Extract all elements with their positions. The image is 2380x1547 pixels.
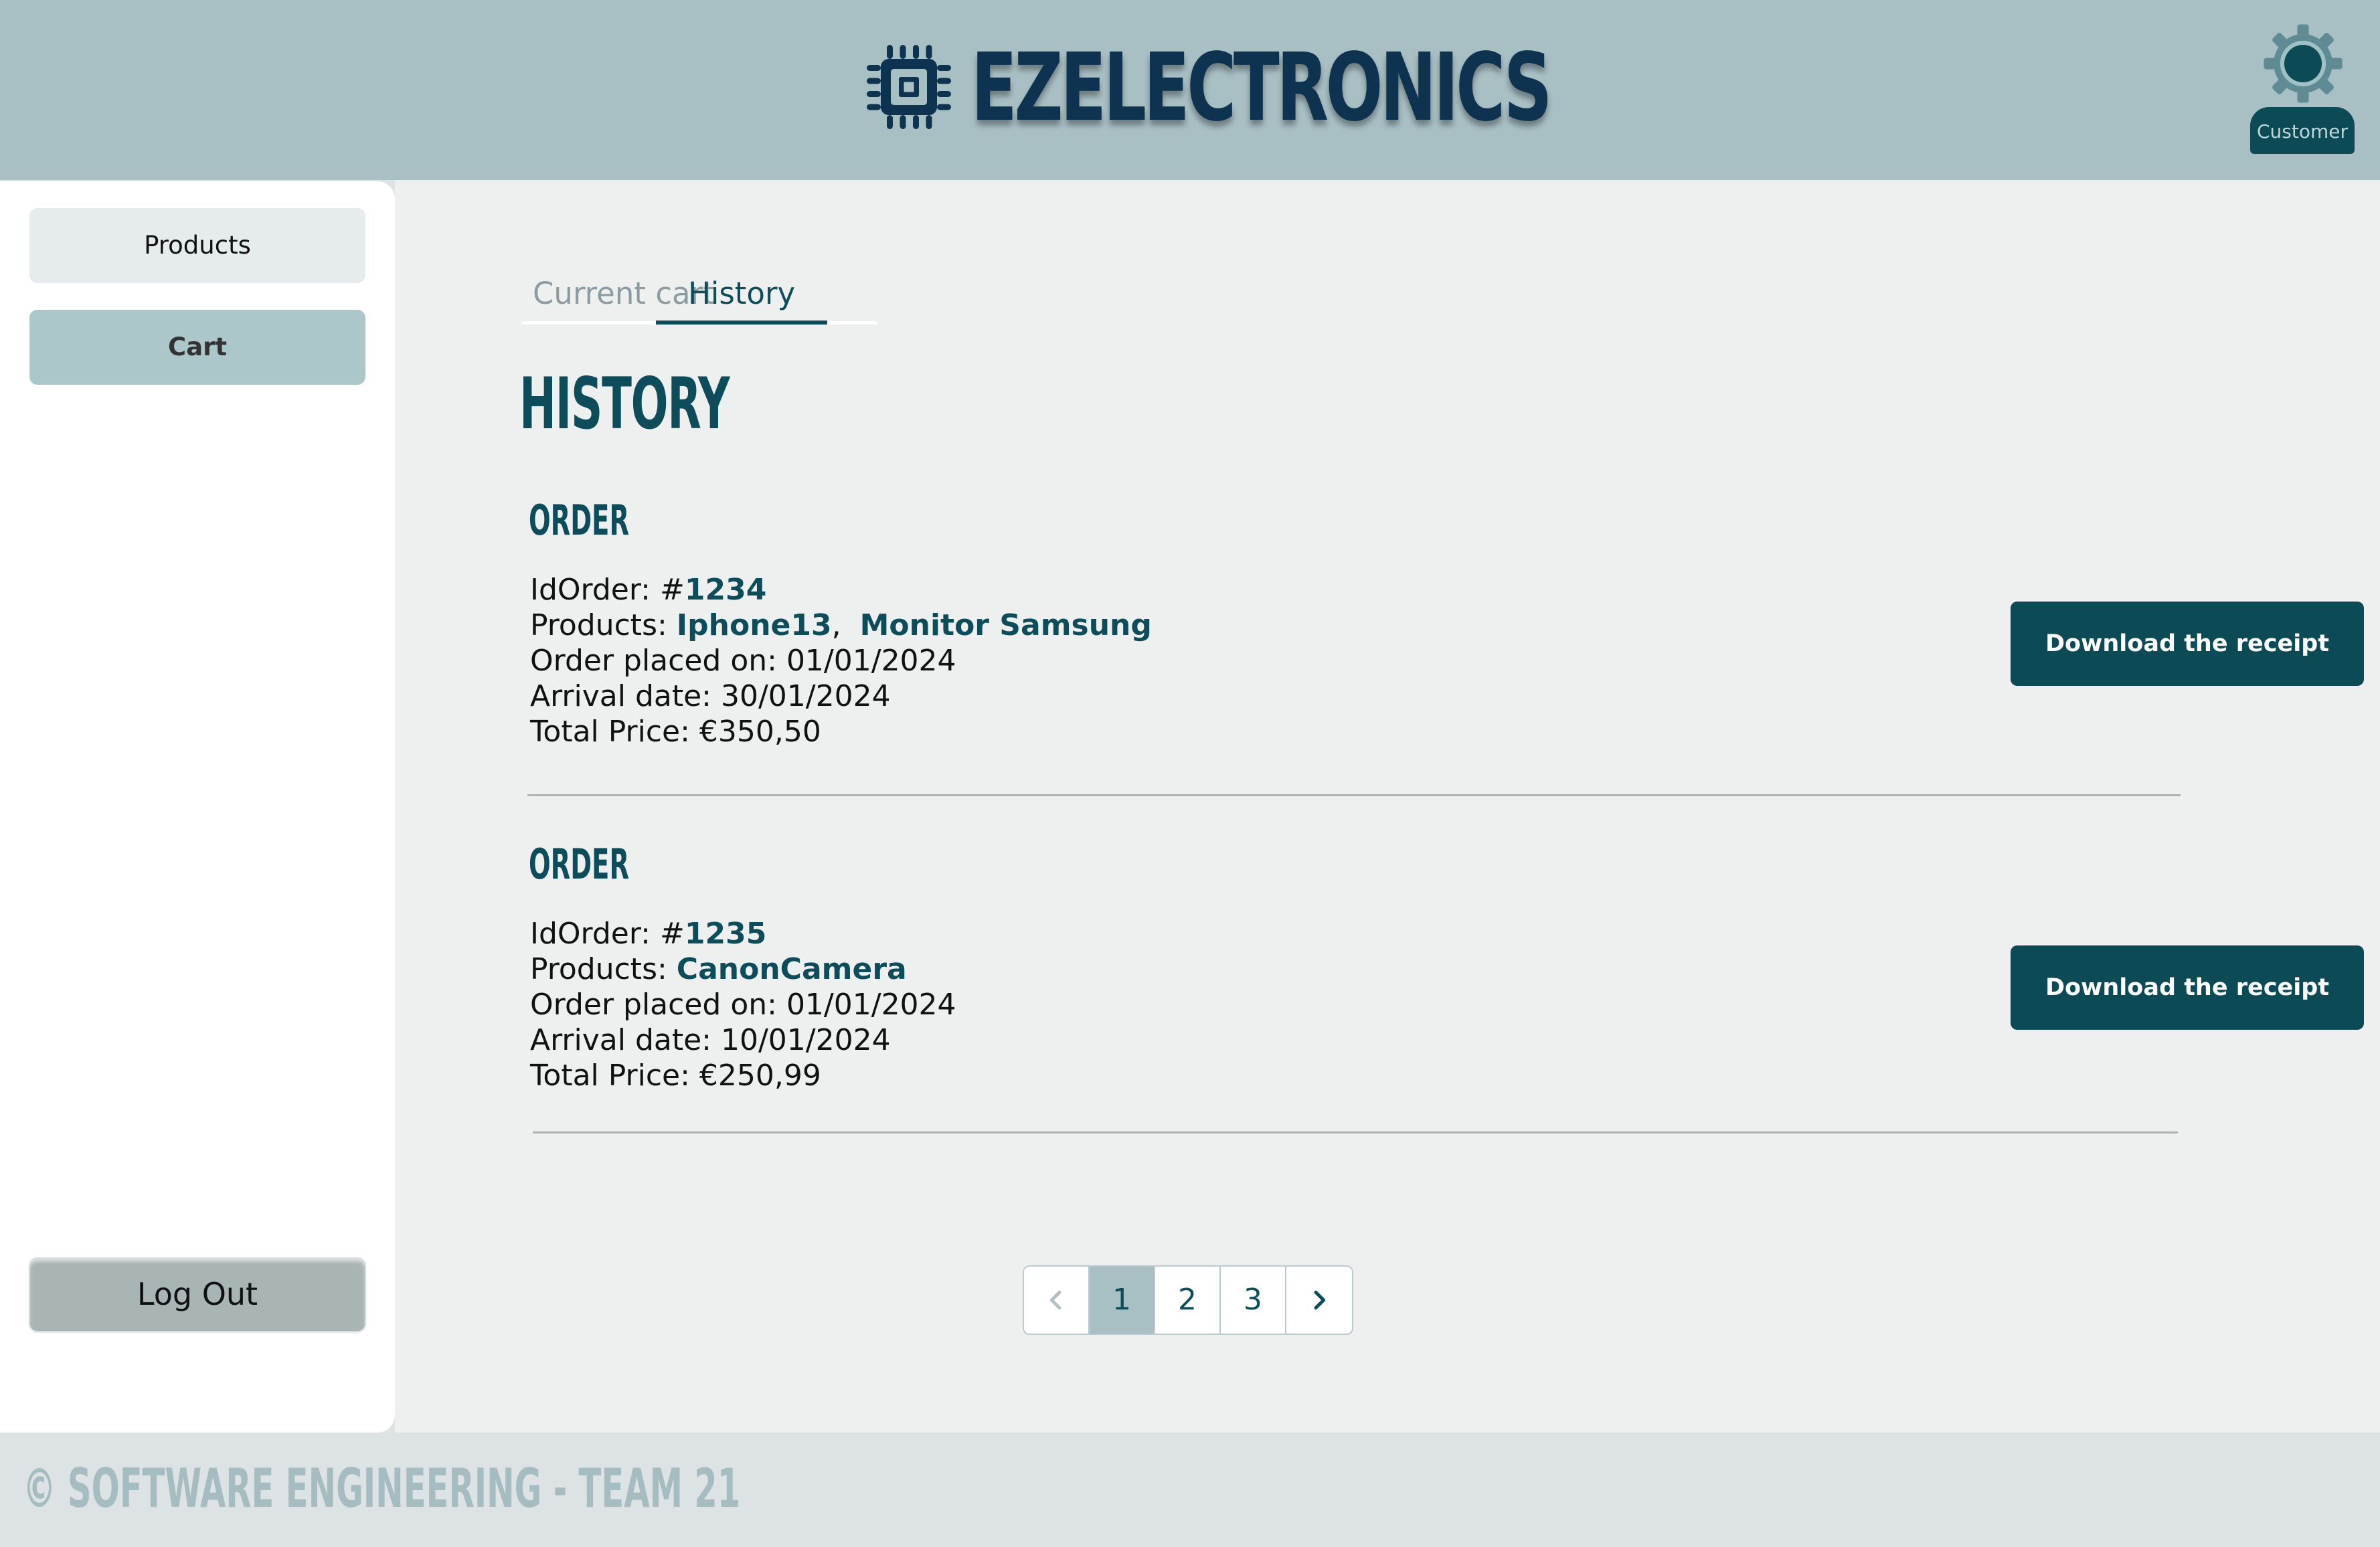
order-divider [527, 794, 2181, 796]
cart-tabs: Current cart History [522, 267, 877, 325]
download-receipt-button[interactable]: Download the receipt [2011, 602, 2364, 686]
order-total-price: Total Price: €350,50 [530, 715, 821, 749]
chip-icon [859, 37, 959, 140]
footer-copyright: © SOFTWARE ENGINEERING - TEAM 21 [23, 1457, 741, 1520]
chevron-left-icon [1049, 1290, 1061, 1310]
order-product-link[interactable]: Iphone13 [677, 608, 832, 642]
logout-button[interactable]: Log Out [29, 1257, 365, 1331]
order-id-label: IdOrder: # [530, 573, 685, 607]
next-page-button[interactable] [1286, 1267, 1352, 1334]
order-product-link[interactable]: Monitor Samsung [860, 608, 1152, 642]
app-footer: © SOFTWARE ENGINEERING - TEAM 21 [0, 1433, 2380, 1547]
order-card: ORDER IdOrder: #1234 Products: Iphone13,… [529, 500, 2183, 975]
order-heading: ORDER [529, 840, 630, 889]
sidebar: Products Cart Log Out [0, 181, 395, 1433]
order-id-value: 1235 [684, 917, 767, 951]
order-total-price: Total Price: €250,99 [530, 1059, 821, 1093]
order-placed-date: Order placed on: 01/01/2024 [530, 644, 956, 678]
gear-icon [2264, 24, 2343, 103]
order-products-label: Products: [530, 952, 677, 986]
order-id-line: IdOrder: #1235 [530, 916, 956, 951]
order-details: IdOrder: #1235 Products: CanonCamera Ord… [530, 916, 956, 1093]
tab-history[interactable]: History [656, 267, 827, 325]
page-button-3[interactable]: 3 [1221, 1267, 1286, 1334]
page-button-1[interactable]: 1 [1090, 1267, 1155, 1334]
chevron-right-icon [1314, 1290, 1326, 1310]
order-placed-date: Order placed on: 01/01/2024 [530, 988, 956, 1022]
order-products-label: Products: [530, 608, 677, 642]
order-id-label: IdOrder: # [530, 917, 685, 951]
download-receipt-button[interactable]: Download the receipt [2011, 945, 2364, 1030]
sidebar-item-cart[interactable]: Cart [29, 310, 365, 385]
order-heading: ORDER [529, 496, 630, 545]
brand-logo[interactable]: EZELECTRONICS [859, 35, 1774, 142]
order-products-line: Products: Iphone13, Monitor Samsung [530, 608, 1152, 643]
user-role-label: Customer [2250, 107, 2355, 154]
order-divider [533, 1131, 2178, 1133]
order-arrival-date: Arrival date: 10/01/2024 [530, 1023, 891, 1057]
prev-page-button[interactable] [1024, 1267, 1090, 1334]
order-product-link[interactable]: CanonCamera [677, 952, 907, 986]
page-button-2[interactable]: 2 [1155, 1267, 1221, 1334]
product-separator: , [831, 608, 841, 642]
order-details: IdOrder: #1234 Products: Iphone13, Monit… [530, 572, 1152, 749]
order-arrival-date: Arrival date: 30/01/2024 [530, 679, 891, 713]
brand-name: EZELECTRONICS [971, 33, 1552, 143]
order-id-line: IdOrder: #1234 [530, 572, 1152, 608]
user-menu[interactable]: Customer [2250, 23, 2355, 154]
main-content: Current cart History HISTORY ORDER IdOrd… [395, 180, 2380, 1433]
order-id-value: 1234 [684, 573, 767, 607]
sidebar-item-products[interactable]: Products [29, 208, 365, 283]
pagination: 1 2 3 [1023, 1265, 1353, 1335]
page-title: HISTORY [519, 363, 730, 445]
order-products-line: Products: CanonCamera [530, 951, 956, 987]
app-header: EZELECTRONICS Customer [0, 0, 2380, 180]
